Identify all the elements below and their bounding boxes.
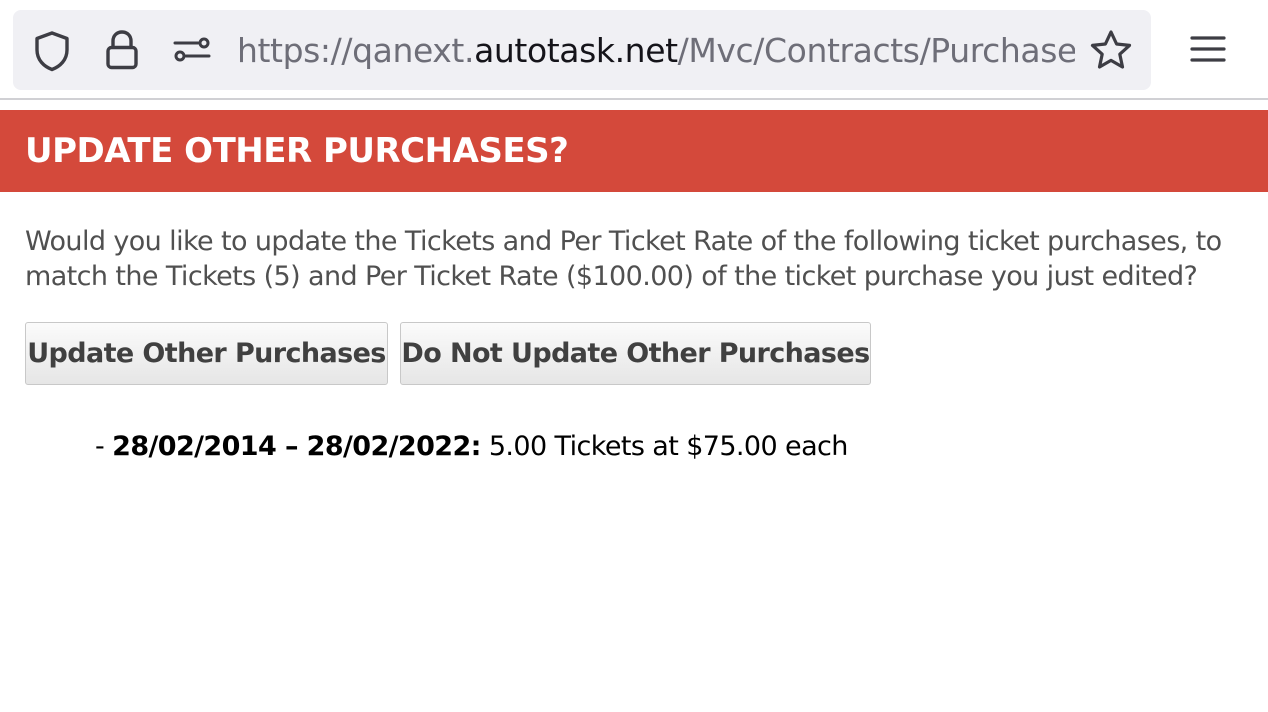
list-item-detail: 5.00 Tickets at $75.00 each (480, 431, 849, 462)
shield-icon[interactable] (33, 30, 71, 72)
url-prefix: https://qanext. (237, 31, 475, 70)
dialog-question: Would you like to update the Tickets and… (25, 226, 1222, 292)
site-settings-icon[interactable] (172, 37, 212, 63)
dialog-title: UPDATE OTHER PURCHASES? (25, 131, 569, 171)
browser-toolbar: https://qanext.autotask.net/Mvc/Contract… (0, 0, 1268, 100)
list-item-prefix: - (95, 431, 113, 462)
update-other-purchases-button[interactable]: Update Other Purchases (25, 322, 388, 385)
list-item: - 28/02/2014 – 28/02/2022: 5.00 Tickets … (95, 428, 848, 466)
lock-icon[interactable] (105, 29, 139, 71)
hamburger-menu-icon[interactable] (1188, 33, 1228, 65)
bookmark-star-icon[interactable] (1089, 29, 1133, 71)
do-not-update-other-purchases-button[interactable]: Do Not Update Other Purchases (400, 322, 871, 385)
address-bar[interactable]: https://qanext.autotask.net/Mvc/Contract… (13, 10, 1151, 90)
list-item-date-range: 28/02/2014 – 28/02/2022: (112, 431, 481, 462)
dialog-header: UPDATE OTHER PURCHASES? (0, 110, 1268, 192)
url-path: /Mvc/Contracts/Purchase.mvc (677, 31, 1075, 70)
url-text[interactable]: https://qanext.autotask.net/Mvc/Contract… (237, 30, 1075, 72)
url-host: autotask.net (474, 31, 678, 70)
